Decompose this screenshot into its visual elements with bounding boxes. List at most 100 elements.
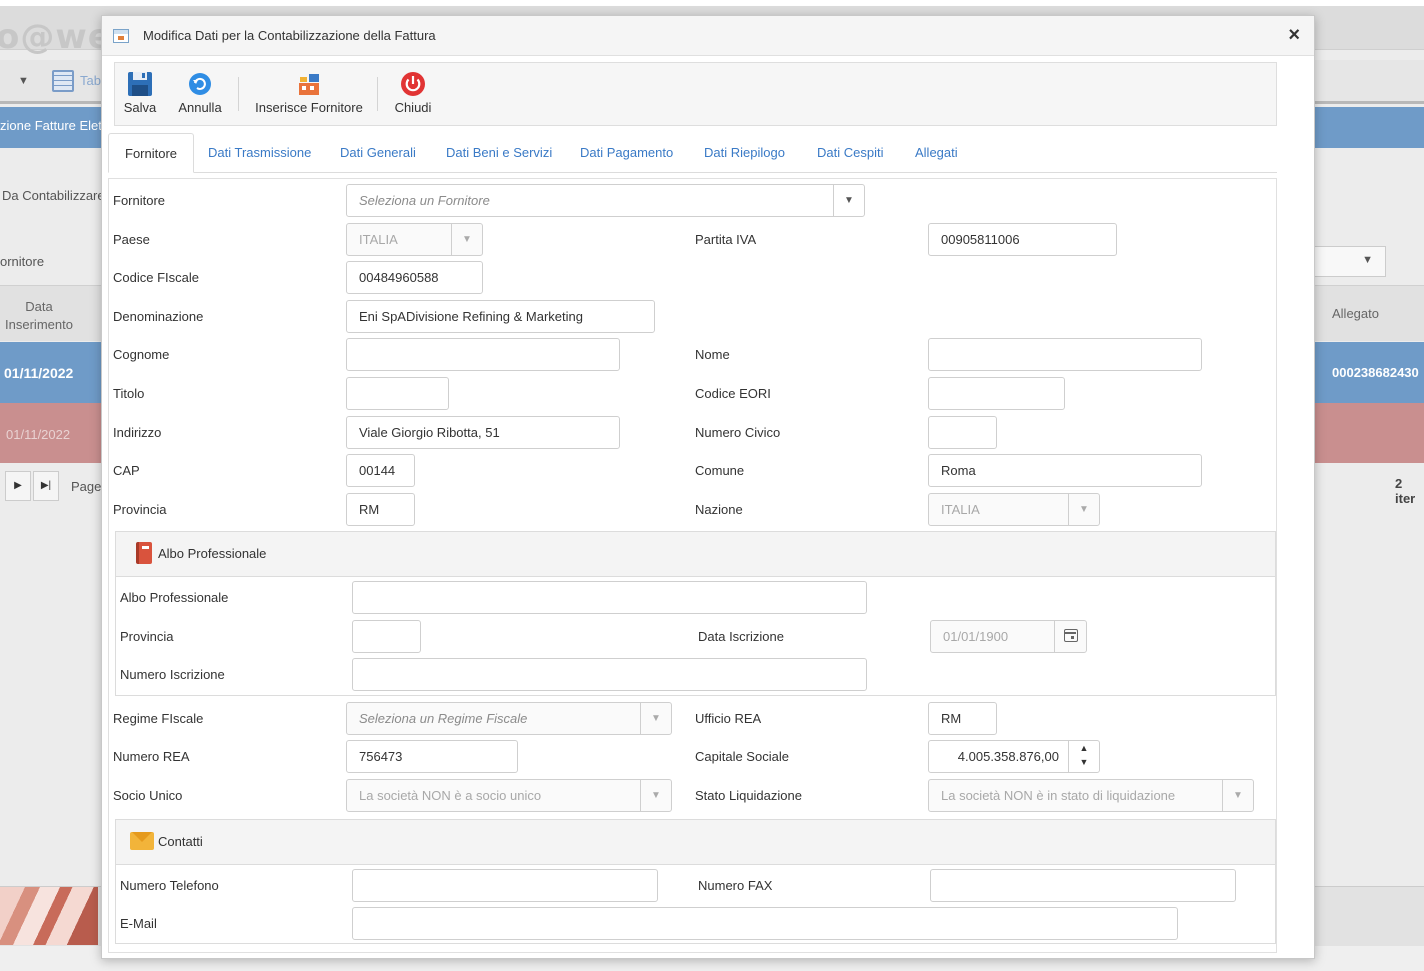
stato-liquidazione-select[interactable]: La società NON è in stato di liquidazion… <box>928 779 1254 812</box>
tab-dati-cespiti[interactable]: Dati Cespiti <box>801 133 899 173</box>
regime-fiscale-placeholder: Seleziona un Regime Fiscale <box>359 711 528 726</box>
cap-input[interactable]: 00144 <box>346 454 415 487</box>
codice-eori-input[interactable] <box>928 377 1065 410</box>
table-icon[interactable] <box>52 70 74 92</box>
denominazione-input[interactable]: Eni SpADivisione Refining & Marketing <box>346 300 655 333</box>
indirizzo-label: Indirizzo <box>113 425 162 440</box>
chevron-down-icon[interactable]: ▼ <box>640 780 671 811</box>
capitale-sociale-label: Capitale Sociale <box>695 749 789 764</box>
tab-dati-riepilogo[interactable]: Dati Riepilogo <box>688 133 801 173</box>
fornitore-placeholder: Seleziona un Fornitore <box>359 193 490 208</box>
tab-dati-pagamento[interactable]: Dati Pagamento <box>564 133 689 173</box>
tab-dati-beni-servizi[interactable]: Dati Beni e Servizi <box>430 133 568 173</box>
numero-civico-input[interactable] <box>928 416 997 449</box>
cognome-input[interactable] <box>346 338 620 371</box>
caret-down-icon[interactable]: ▼ <box>18 75 29 87</box>
paese-value: ITALIA <box>359 232 398 247</box>
ufficio-rea-input[interactable]: RM <box>928 702 997 735</box>
modal-title: Modifica Dati per la Contabilizzazione d… <box>143 28 436 43</box>
calendar-icon[interactable] <box>1054 621 1086 652</box>
next-page-icon[interactable]: ▶ <box>5 471 31 501</box>
grid-col-data-inserimento[interactable]: Data Inserimento <box>0 298 78 334</box>
capitale-sociale-input[interactable]: 4.005.358.876,00 ▲ ▼ <box>928 740 1100 773</box>
titolo-input[interactable] <box>346 377 449 410</box>
regime-fiscale-select[interactable]: Seleziona un Regime Fiscale ▼ <box>346 702 672 735</box>
email-input[interactable] <box>352 907 1178 940</box>
stepper-arrows-icon[interactable]: ▲ ▼ <box>1068 741 1099 772</box>
fornitore-panel: Fornitore Seleziona un Fornitore ▼ Paese… <box>108 178 1277 953</box>
tab-dati-generali[interactable]: Dati Generali <box>324 133 432 173</box>
toolbar-separator <box>238 77 239 111</box>
close-icon[interactable]: × <box>1288 24 1300 46</box>
envelope-icon <box>130 832 154 850</box>
background-select[interactable]: ▼ <box>1310 246 1386 277</box>
insert-supplier-label: Inserisce Fornitore <box>255 100 363 115</box>
fornitore-filter-label: ornitore <box>0 254 45 269</box>
chevron-down-icon[interactable]: ▼ <box>1222 780 1253 811</box>
albo-section-header[interactable]: Albo Professionale <box>116 532 1275 577</box>
form-icon <box>113 29 129 43</box>
pager-label: Page <box>71 479 102 494</box>
socio-unico-value: La società NON è a socio unico <box>359 788 542 803</box>
fax-label: Numero FAX <box>698 878 773 893</box>
denominazione-label: Denominazione <box>113 309 204 324</box>
tab-allegati[interactable]: Allegati <box>899 133 974 173</box>
modal-dialog: Modifica Dati per la Contabilizzazione d… <box>101 15 1315 959</box>
socio-unico-select[interactable]: La società NON è a socio unico ▼ <box>346 779 672 812</box>
comune-input[interactable]: Roma <box>928 454 1202 487</box>
numero-civico-label: Numero Civico <box>695 425 781 440</box>
tab-fornitore[interactable]: Fornitore <box>108 133 195 173</box>
chevron-down-icon[interactable]: ▼ <box>640 703 671 734</box>
row-allegato: 000238682430 <box>1332 365 1419 380</box>
caret-down-icon: ▼ <box>1362 254 1373 266</box>
partita-iva-input[interactable]: 00905811006 <box>928 223 1117 256</box>
chevron-down-icon[interactable]: ▼ <box>451 224 482 255</box>
nazione-select[interactable]: ITALIA ▼ <box>928 493 1100 526</box>
numero-iscrizione-label: Numero Iscrizione <box>120 667 225 682</box>
ufficio-rea-label: Ufficio REA <box>695 711 762 726</box>
cancel-button[interactable]: Annulla <box>173 63 227 125</box>
grid-col-allegato[interactable]: Allegato <box>1332 306 1379 321</box>
nazione-label: Nazione <box>695 502 743 517</box>
modal-titlebar[interactable]: Modifica Dati per la Contabilizzazione d… <box>102 16 1314 56</box>
power-icon <box>401 72 425 96</box>
numero-rea-input[interactable]: 756473 <box>346 740 518 773</box>
provincia-input[interactable]: RM <box>346 493 415 526</box>
fax-input[interactable] <box>930 869 1236 902</box>
cognome-label: Cognome <box>113 347 170 362</box>
nome-input[interactable] <box>928 338 1202 371</box>
insert-supplier-button[interactable]: Inserisce Fornitore <box>253 63 365 125</box>
stato-liquidazione-value: La società NON è in stato di liquidazion… <box>941 788 1176 803</box>
contatti-section-header[interactable]: Contatti <box>116 820 1275 865</box>
toolbar-tab-label[interactable]: Tab <box>80 73 101 88</box>
add-supplier-icon <box>299 74 319 95</box>
paese-select[interactable]: ITALIA ▼ <box>346 223 483 256</box>
paese-label: Paese <box>113 232 150 247</box>
contatti-section-title: Contatti <box>158 834 203 849</box>
albo-input[interactable] <box>352 581 867 614</box>
last-page-icon[interactable]: ▶| <box>33 471 59 501</box>
telefono-input[interactable] <box>352 869 658 902</box>
nome-label: Nome <box>695 347 730 362</box>
codice-fiscale-input[interactable]: 00484960588 <box>346 261 483 294</box>
undo-icon <box>189 73 211 95</box>
data-iscrizione-input[interactable]: 01/01/1900 <box>930 620 1087 653</box>
close-button[interactable]: Chiudi <box>391 63 435 125</box>
chevron-down-icon[interactable]: ▼ <box>833 185 864 216</box>
regime-fiscale-label: Regime FIscale <box>113 711 204 726</box>
fornitore-select[interactable]: Seleziona un Fornitore ▼ <box>346 184 865 217</box>
footer-image <box>0 887 98 945</box>
nazione-value: ITALIA <box>941 502 980 517</box>
albo-professionale-section: Albo Professionale Albo Professionale Pr… <box>115 531 1276 696</box>
fornitore-label: Fornitore <box>113 193 166 208</box>
indirizzo-input[interactable]: Viale Giorgio Ribotta, 51 <box>346 416 620 449</box>
close-label: Chiudi <box>394 100 432 115</box>
save-button[interactable]: Salva <box>119 63 161 125</box>
numero-iscrizione-input[interactable] <box>352 658 867 691</box>
albo-section-title: Albo Professionale <box>158 546 267 561</box>
chevron-down-icon[interactable]: ▼ <box>1068 494 1099 525</box>
tab-dati-trasmissione[interactable]: Dati Trasmissione <box>192 133 327 173</box>
albo-provincia-input[interactable] <box>352 620 421 653</box>
data-iscrizione-placeholder: 01/01/1900 <box>943 629 1009 644</box>
save-label: Salva <box>123 100 157 115</box>
